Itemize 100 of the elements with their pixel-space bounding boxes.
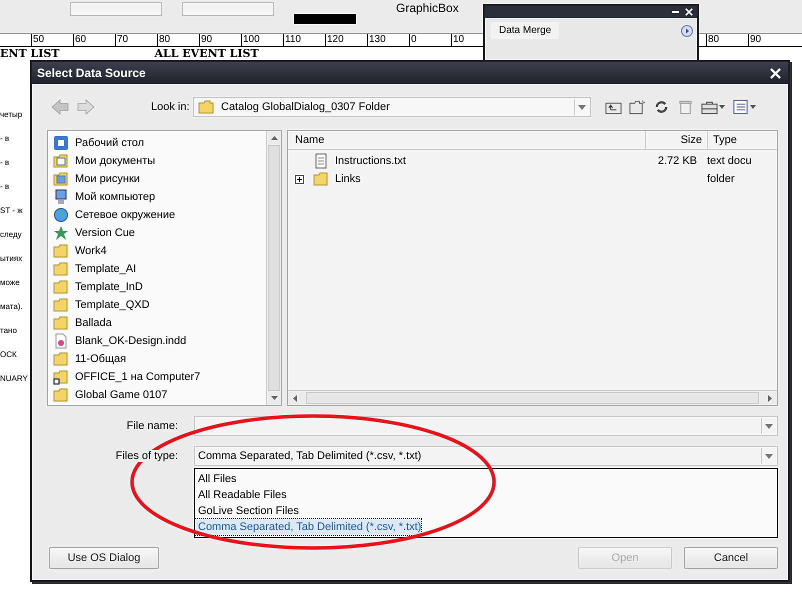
ruler-number: 110 (283, 34, 325, 46)
page-text: - в (0, 158, 10, 167)
page-text: четыр (0, 110, 24, 119)
ruler-number: 60 (73, 34, 115, 46)
dropdown-option[interactable]: GoLive Section Files (195, 503, 299, 519)
caret-icon[interactable] (578, 104, 586, 110)
toolbar-label: GraphicBox (396, 1, 459, 15)
page-text: мата). (0, 302, 24, 311)
ruler-number: 90 (748, 34, 790, 46)
file-name[interactable]: Links (335, 173, 361, 185)
view-menu-button[interactable] (732, 99, 756, 115)
scroll-right-icon[interactable] (768, 394, 772, 402)
column-header[interactable]: Name (288, 131, 645, 149)
field-label: Files of type: (114, 450, 179, 462)
places-item[interactable]: Мои рисунки (53, 170, 266, 188)
folder-icon (53, 351, 69, 367)
places-item[interactable]: Global Game 0107 (53, 386, 266, 404)
file-name-field[interactable] (194, 416, 778, 436)
places-item[interactable]: Мой компьютер (53, 188, 266, 206)
file-name[interactable]: Instructions.txt (335, 155, 406, 167)
page-text: NUARY (0, 374, 29, 383)
scrollbar[interactable] (288, 390, 777, 405)
panel-tab[interactable]: Data Merge (491, 22, 560, 39)
page-text: ST - ж (0, 206, 24, 215)
caret-icon[interactable] (765, 424, 773, 428)
new-folder-button[interactable] (629, 99, 646, 115)
caret-icon[interactable] (750, 105, 756, 109)
pictures-folder-icon (53, 171, 69, 187)
folder-icon (53, 387, 69, 403)
computer-icon (53, 189, 69, 205)
dropdown-option[interactable]: All Files (195, 471, 237, 487)
folder-icon (313, 171, 329, 187)
ruler-number: 90 (199, 34, 241, 46)
look-in-dropdown[interactable]: Catalog GlobalDialog_0307 Folder (193, 97, 591, 117)
delete-button[interactable] (677, 99, 694, 115)
field-label: File name: (126, 420, 179, 432)
file-type-dropdown[interactable]: Comma Separated, Tab Delimited (*.csv, *.txt) (194, 446, 778, 466)
file-type: folder (707, 173, 735, 185)
ruler-number: 100 (241, 34, 283, 46)
caret-icon[interactable] (719, 105, 725, 109)
places-item[interactable]: Template_AI (53, 260, 266, 278)
places-item[interactable]: Мои документы (53, 152, 266, 170)
document-icon (313, 153, 329, 169)
page-text: - в (0, 134, 10, 143)
scrollbar[interactable] (266, 131, 281, 405)
ruler-number: 70 (115, 34, 157, 46)
window-title: Select Data Source (37, 66, 146, 80)
page-text: ОСК (0, 350, 18, 359)
page-text: следу (0, 230, 23, 239)
places-item[interactable]: Work4 (53, 242, 266, 260)
input-field[interactable] (182, 2, 274, 16)
folder-icon (53, 243, 69, 259)
globe-icon (53, 207, 69, 223)
close-icon[interactable] (685, 8, 693, 16)
input-field[interactable] (70, 2, 162, 16)
folder-icon (198, 100, 214, 114)
column-header[interactable]: Size (645, 131, 707, 149)
folder-icon (53, 297, 69, 313)
dropdown-option[interactable]: All Readable Files (195, 487, 287, 503)
places-item[interactable]: Сетевое окружение (53, 206, 266, 224)
places-item[interactable]: Template_InD (53, 278, 266, 296)
panel-menu-icon[interactable] (681, 24, 693, 36)
scroll-down-icon[interactable] (270, 396, 278, 400)
page-heading: ALL EVENT LIST (154, 47, 259, 61)
page-text: тано (0, 326, 18, 335)
expand-icon[interactable] (295, 174, 304, 184)
page-text: може (0, 278, 21, 287)
scroll-up-icon[interactable] (270, 136, 278, 140)
places-item[interactable]: Version Cue (53, 224, 266, 242)
stroke-swatch[interactable] (294, 14, 356, 24)
page-text: - в (0, 182, 10, 191)
close-icon[interactable] (770, 68, 781, 78)
ruler-number: 80 (157, 34, 199, 46)
briefcase-button[interactable] (701, 99, 725, 115)
places-item[interactable]: OFFICE_1 на Computer7 (53, 368, 266, 386)
use-os-dialog-button[interactable]: Use OS Dialog (49, 547, 159, 569)
folder-icon (53, 279, 69, 295)
refresh-button[interactable] (653, 99, 670, 115)
dropdown-option[interactable]: Comma Separated, Tab Delimited (*.csv, *.txt) (195, 519, 422, 535)
desktop-icon (53, 135, 69, 151)
places-item[interactable]: Template_QXD (53, 296, 266, 314)
documents-folder-icon (53, 153, 69, 169)
file-size: 2.72 KB (658, 155, 697, 167)
page-text: ытиях (0, 254, 24, 263)
field-label: Look in: (151, 101, 191, 113)
folder-icon (53, 261, 69, 277)
document-icon (53, 333, 69, 349)
file-type: text docu (707, 155, 752, 167)
ruler-number: 50 (31, 34, 73, 46)
ruler-number: 120 (325, 34, 367, 46)
cancel-button[interactable]: Cancel (684, 547, 778, 569)
places-item[interactable]: Ballada (53, 314, 266, 332)
places-item[interactable]: Blank_OK-Design.indd (53, 332, 266, 350)
shared-folder-icon (53, 369, 69, 385)
places-item[interactable]: Рабочий стол (53, 134, 266, 152)
caret-icon[interactable] (765, 454, 773, 458)
column-header[interactable]: Type (707, 131, 777, 149)
places-item[interactable]: 11-Общая (53, 350, 266, 368)
page-heading: ENT LIST (0, 47, 60, 61)
scroll-left-icon[interactable] (293, 394, 297, 402)
